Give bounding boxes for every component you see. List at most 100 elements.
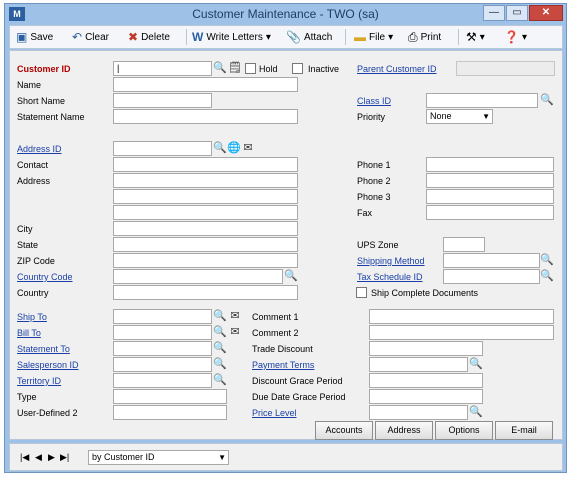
lookup-icon[interactable]: 🔍 bbox=[469, 405, 483, 419]
comment1-field[interactable] bbox=[369, 309, 554, 324]
fax-field[interactable] bbox=[426, 205, 554, 220]
options-button[interactable]: Options bbox=[435, 421, 493, 440]
hold-label: Hold bbox=[259, 64, 278, 74]
minimize-button[interactable]: — bbox=[483, 5, 505, 21]
attach-label: Attach bbox=[303, 31, 333, 43]
territory-id-field[interactable] bbox=[113, 373, 212, 388]
parent-customer-id-link[interactable]: Parent Customer ID bbox=[357, 64, 437, 74]
lookup-icon[interactable]: 🔍 bbox=[213, 357, 227, 371]
tax-schedule-id-link[interactable]: Tax Schedule ID bbox=[357, 272, 423, 282]
user-defined2-field[interactable] bbox=[113, 405, 227, 420]
zip-code-field[interactable] bbox=[113, 253, 298, 268]
payment-terms-link[interactable]: Payment Terms bbox=[252, 360, 314, 370]
lookup-icon[interactable]: 🔍 bbox=[540, 269, 554, 283]
lookup-icon[interactable]: 🔍 bbox=[284, 269, 298, 283]
state-field[interactable] bbox=[113, 237, 298, 252]
shipping-method-link[interactable]: Shipping Method bbox=[357, 256, 425, 266]
address-button[interactable]: Address bbox=[375, 421, 433, 440]
email-icon[interactable]: ✉ bbox=[241, 141, 255, 155]
contact-field[interactable] bbox=[113, 157, 298, 172]
accounts-button[interactable]: Accounts bbox=[315, 421, 373, 440]
trade-discount-field[interactable] bbox=[369, 341, 483, 356]
class-id-link[interactable]: Class ID bbox=[357, 96, 391, 106]
comment2-field[interactable] bbox=[369, 325, 554, 340]
address-id-link[interactable]: Address ID bbox=[17, 144, 62, 154]
close-button[interactable]: ✕ bbox=[529, 5, 563, 21]
address-line1-field[interactable] bbox=[113, 173, 298, 188]
ups-zone-field[interactable] bbox=[443, 237, 485, 252]
lookup-icon[interactable]: 🔍 bbox=[469, 357, 483, 371]
lookup-icon[interactable]: 🔍 bbox=[213, 141, 227, 155]
toolbar: ▣ Save ↶ Clear ✖ Delete W Write Letters ▾ 📎 At… bbox=[9, 25, 563, 49]
lookup-icon[interactable]: 🔍 bbox=[213, 309, 227, 323]
email-icon[interactable]: ✉ bbox=[228, 309, 242, 323]
save-button[interactable]: ▣ Save bbox=[16, 28, 53, 46]
lookup-icon[interactable]: 🔍 bbox=[213, 325, 227, 339]
write-letters-button[interactable]: W Write Letters ▾ bbox=[192, 28, 271, 46]
price-level-field[interactable] bbox=[369, 405, 468, 420]
statement-name-field[interactable] bbox=[113, 109, 298, 124]
address-line3-field[interactable] bbox=[113, 205, 298, 220]
email-icon[interactable]: ✉ bbox=[228, 325, 242, 339]
city-label: City bbox=[17, 224, 33, 234]
country-field[interactable] bbox=[113, 285, 298, 300]
maximize-button[interactable]: ▭ bbox=[506, 5, 528, 21]
help-button[interactable]: ❓ ▾ bbox=[504, 28, 527, 46]
sort-order-select[interactable]: by Customer ID ▼ bbox=[88, 450, 229, 465]
last-record-icon[interactable]: ▶| bbox=[60, 452, 69, 463]
phone3-field[interactable] bbox=[426, 189, 554, 204]
salesperson-id-field[interactable] bbox=[113, 357, 212, 372]
city-field[interactable] bbox=[113, 221, 298, 236]
previous-record-icon[interactable]: ◀ bbox=[35, 452, 42, 463]
shipping-method-field[interactable] bbox=[443, 253, 540, 268]
inactive-checkbox[interactable] bbox=[292, 63, 303, 74]
country-code-field[interactable] bbox=[113, 269, 283, 284]
user-defined2-label: User-Defined 2 bbox=[17, 408, 78, 418]
file-menu-button[interactable]: ▬ File ▾ bbox=[354, 28, 393, 46]
bill-to-field[interactable] bbox=[113, 325, 212, 340]
clear-button[interactable]: ↶ Clear bbox=[72, 28, 109, 46]
country-code-link[interactable]: Country Code bbox=[17, 272, 73, 282]
salesperson-id-link[interactable]: Salesperson ID bbox=[17, 360, 79, 370]
name-field[interactable] bbox=[113, 77, 298, 92]
phone1-field[interactable] bbox=[426, 157, 554, 172]
due-date-grace-field[interactable] bbox=[369, 389, 483, 404]
tools-button[interactable]: ⚒ ▾ bbox=[466, 28, 485, 46]
class-id-field[interactable] bbox=[426, 93, 538, 108]
next-record-icon[interactable]: ▶ bbox=[48, 452, 55, 463]
statement-to-link[interactable]: Statement To bbox=[17, 344, 70, 354]
statement-to-field[interactable] bbox=[113, 341, 212, 356]
attach-button[interactable]: 📎 Attach bbox=[286, 28, 332, 46]
lookup-icon[interactable]: 🔍 bbox=[540, 93, 554, 107]
price-level-link[interactable]: Price Level bbox=[252, 408, 297, 418]
ship-to-field[interactable] bbox=[113, 309, 212, 324]
type-field[interactable] bbox=[113, 389, 227, 404]
address-id-field[interactable] bbox=[113, 141, 212, 156]
short-name-field[interactable] bbox=[113, 93, 212, 108]
note-icon[interactable]: 🗒 bbox=[228, 61, 242, 75]
lookup-icon[interactable]: 🔍 bbox=[213, 373, 227, 387]
window-title: Customer Maintenance - TWO (sa) bbox=[192, 7, 379, 21]
due-date-grace-label: Due Date Grace Period bbox=[252, 392, 346, 402]
lookup-icon[interactable]: 🔍 bbox=[213, 341, 227, 355]
territory-id-link[interactable]: Territory ID bbox=[17, 376, 61, 386]
payment-terms-field[interactable] bbox=[369, 357, 468, 372]
phone2-field[interactable] bbox=[426, 173, 554, 188]
delete-button[interactable]: ✖ Delete bbox=[128, 28, 170, 46]
customer-id-field[interactable]: | bbox=[113, 61, 212, 76]
tax-schedule-id-field[interactable] bbox=[443, 269, 540, 284]
chevron-down-icon: ▼ bbox=[218, 453, 226, 462]
first-record-icon[interactable]: |◀ bbox=[20, 452, 29, 463]
globe-icon[interactable]: 🌐 bbox=[227, 141, 241, 155]
ship-to-link[interactable]: Ship To bbox=[17, 312, 47, 322]
lookup-icon[interactable]: 🔍 bbox=[540, 253, 554, 267]
address-line2-field[interactable] bbox=[113, 189, 298, 204]
ship-complete-checkbox[interactable] bbox=[356, 287, 367, 298]
priority-select[interactable]: None ▼ bbox=[426, 109, 493, 124]
discount-grace-field[interactable] bbox=[369, 373, 483, 388]
bill-to-link[interactable]: Bill To bbox=[17, 328, 41, 338]
email-button[interactable]: E-mail bbox=[495, 421, 553, 440]
hold-checkbox[interactable] bbox=[245, 63, 256, 74]
lookup-icon[interactable]: 🔍 bbox=[213, 61, 227, 75]
print-button[interactable]: ⎙ Print bbox=[408, 28, 441, 46]
